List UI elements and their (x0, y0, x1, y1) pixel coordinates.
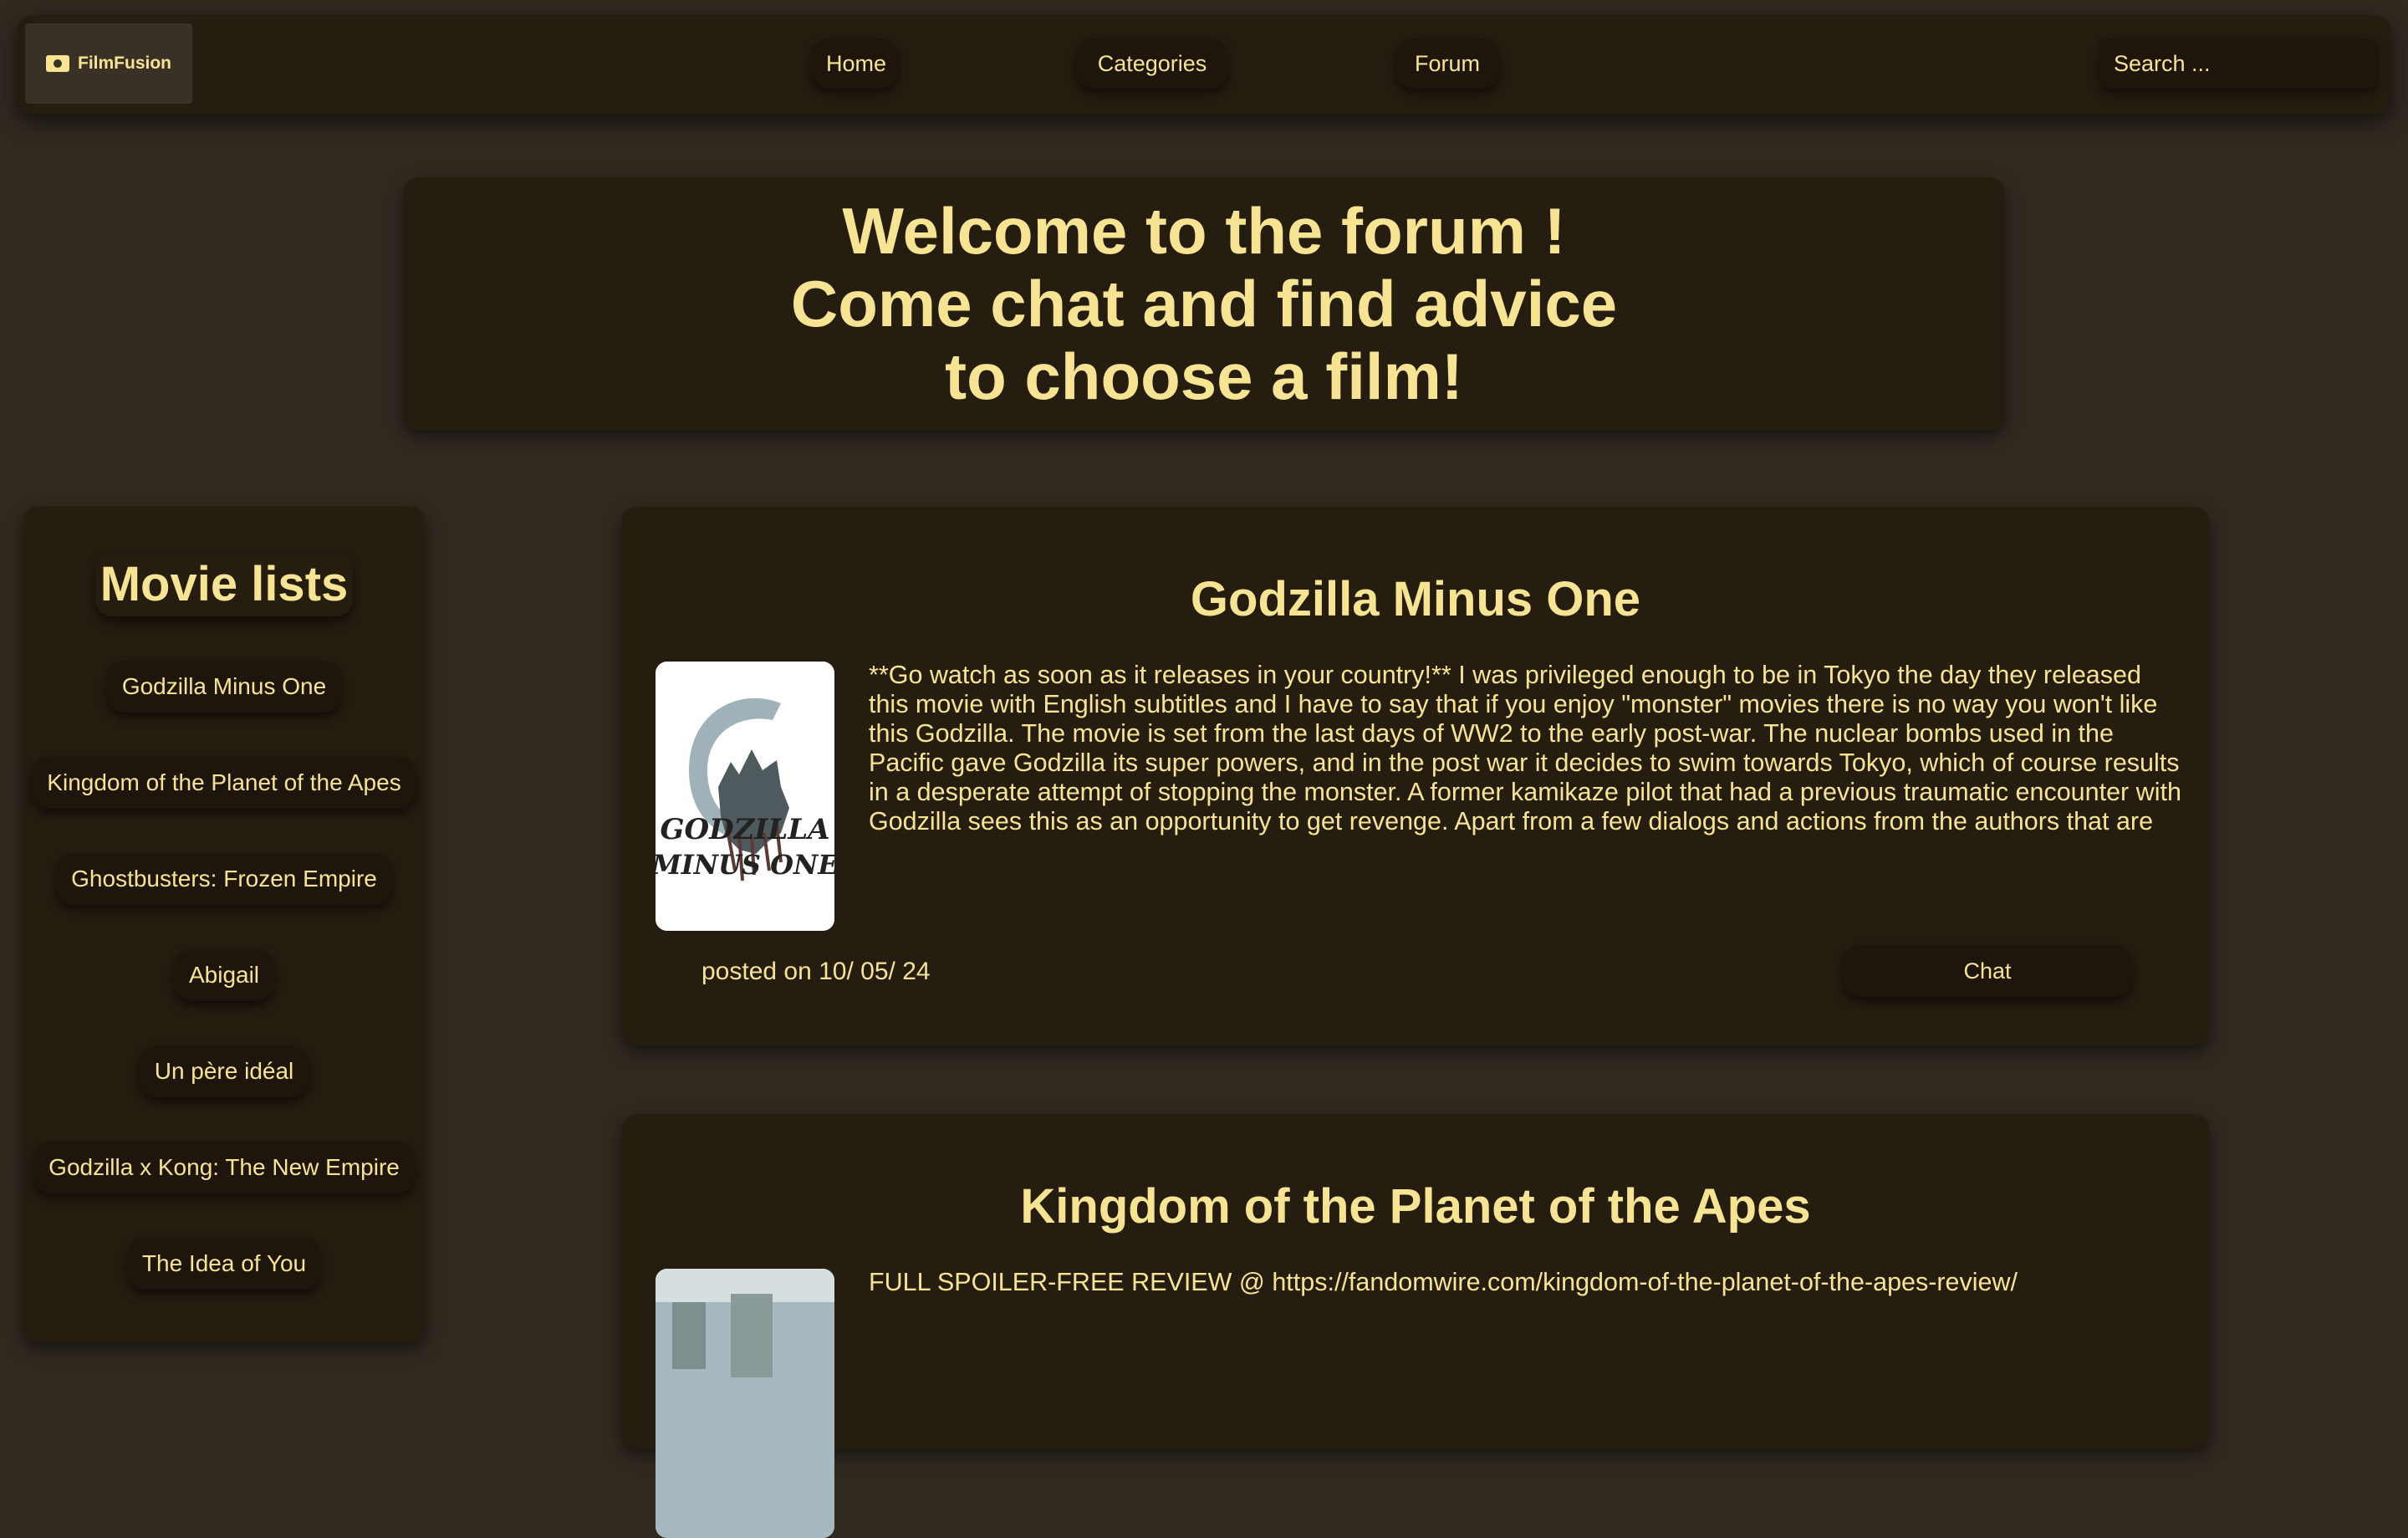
nav-home-button[interactable]: Home (811, 38, 898, 89)
sidebar-title-wrap: Movie lists (23, 553, 425, 616)
welcome-line-3: to choose a film! (945, 339, 1463, 413)
logo-text: FilmFusion (78, 54, 171, 73)
sidebar-item-un-pere-ideal[interactable]: Un père idéal (139, 1045, 309, 1097)
ticket-icon (46, 55, 69, 72)
welcome-line-2: Come chat and find advice (790, 266, 1618, 340)
chat-button[interactable]: Chat (1843, 945, 2132, 997)
sidebar-item-the-idea-of-you[interactable]: The Idea of You (126, 1238, 322, 1290)
sidebar-item-godzilla-minus-one[interactable]: Godzilla Minus One (106, 661, 342, 713)
post-body: FULL SPOILER-FREE REVIEW @ https://fando… (869, 1268, 2018, 1296)
movie-poster[interactable]: GODZILLA MINUS ONE (656, 662, 834, 931)
forum-post: Godzilla Minus One GODZILLA MINUS ONE **… (622, 507, 2209, 1045)
poster-title-line-2: MINUS ONE (656, 849, 834, 881)
welcome-line-1: Welcome to the forum ! (842, 193, 1566, 268)
post-title: Kingdom of the Planet of the Apes (1020, 1179, 1811, 1234)
post-body: **Go watch as soon as it releases in you… (869, 661, 2181, 835)
sidebar-title: Movie lists (95, 553, 354, 616)
movie-poster[interactable] (656, 1269, 834, 1538)
sidebar-item-kingdom-of-the-planet-of-the-apes[interactable]: Kingdom of the Planet of the Apes (32, 757, 416, 809)
movie-lists-sidebar: Movie lists Godzilla Minus One Kingdom o… (23, 506, 425, 1342)
nav-forum-button[interactable]: Forum (1395, 38, 1499, 89)
poster-title-line-1: GODZILLA (660, 813, 829, 846)
welcome-banner: Welcome to the forum ! Come chat and fin… (404, 177, 2004, 430)
sidebar-item-ghostbusters-frozen-empire[interactable]: Ghostbusters: Frozen Empire (56, 853, 392, 905)
sidebar-item-abigail[interactable]: Abigail (173, 949, 275, 1001)
apes-poster-image (656, 1269, 834, 1538)
post-date: posted on 10/ 05/ 24 (701, 958, 931, 985)
navbar: FilmFusion Home Categories Forum (17, 15, 2391, 114)
forum-post: Kingdom of the Planet of the Apes FULL S… (622, 1114, 2209, 1538)
logo[interactable]: FilmFusion (25, 23, 192, 104)
post-title: Godzilla Minus One (1190, 572, 1641, 626)
search-input[interactable] (2100, 38, 2376, 89)
sidebar-item-godzilla-x-kong[interactable]: Godzilla x Kong: The New Empire (33, 1142, 415, 1193)
godzilla-poster-image: GODZILLA MINUS ONE (656, 662, 834, 931)
nav-categories-button[interactable]: Categories (1076, 38, 1228, 89)
